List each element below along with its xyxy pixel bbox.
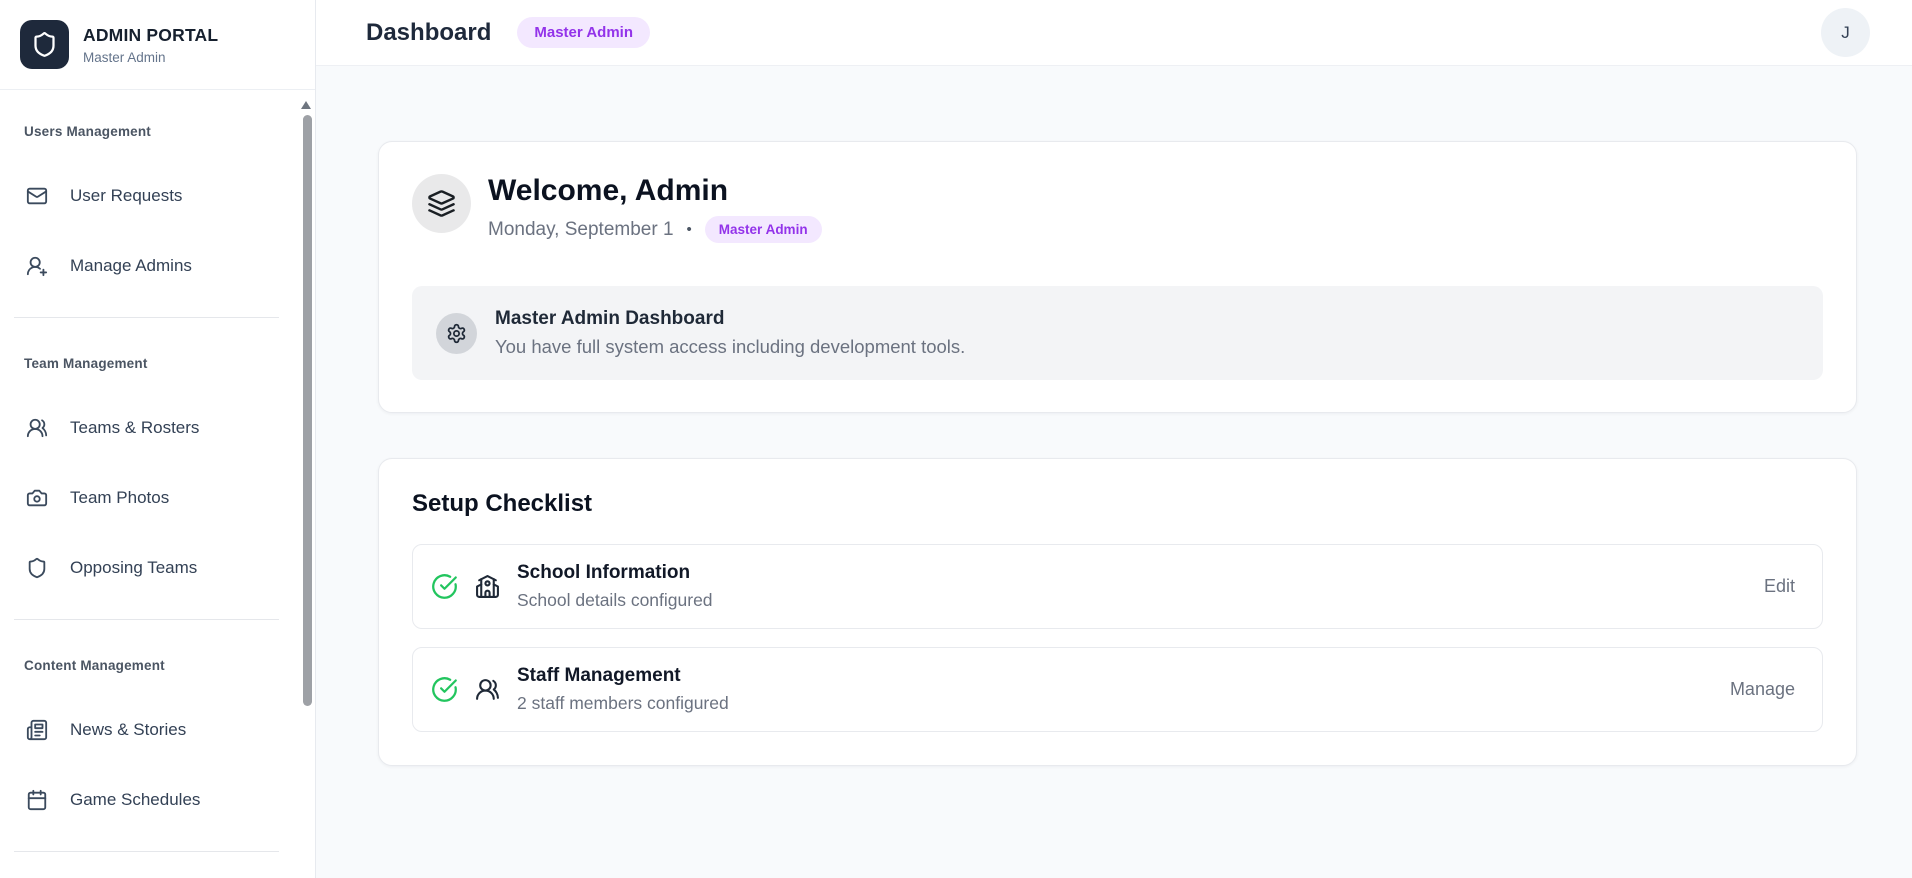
row-subtitle: School details configured bbox=[517, 590, 713, 611]
camera-icon bbox=[26, 487, 48, 509]
sidebar-item-opposing-teams[interactable]: Opposing Teams bbox=[14, 543, 301, 593]
app-title-block: ADMIN PORTAL Master Admin bbox=[83, 25, 218, 65]
sidebar-item-user-requests[interactable]: User Requests bbox=[14, 171, 301, 221]
row-subtitle: 2 staff members configured bbox=[517, 693, 729, 714]
sidebar-item-game-schedules[interactable]: Game Schedules bbox=[14, 775, 301, 825]
checklist-title: Setup Checklist bbox=[412, 490, 1823, 518]
section-label-content-management: Content Management bbox=[24, 658, 291, 673]
sidebar-item-label: Game Schedules bbox=[70, 790, 200, 810]
sidebar-item-label: Opposing Teams bbox=[70, 558, 197, 578]
app-logo: ADMIN PORTAL Master Admin bbox=[0, 0, 315, 90]
manage-button[interactable]: Manage bbox=[1730, 679, 1795, 700]
scrollbar-thumb[interactable] bbox=[303, 115, 312, 706]
role-badge: Master Admin bbox=[705, 216, 822, 243]
check-circle-icon bbox=[431, 573, 458, 600]
sidebar: ADMIN PORTAL Master Admin Users Manageme… bbox=[0, 0, 316, 878]
layers-icon bbox=[412, 174, 471, 233]
divider bbox=[14, 851, 279, 852]
divider bbox=[14, 619, 279, 620]
main-area: Dashboard Master Admin J Welcome, Admin … bbox=[316, 0, 1912, 878]
school-icon bbox=[475, 574, 500, 599]
topbar: Dashboard Master Admin J bbox=[316, 0, 1912, 66]
sidebar-nav: Users Management User Requests Manage Ad… bbox=[0, 90, 315, 852]
role-badge: Master Admin bbox=[517, 17, 650, 48]
checklist-row-school-information: School Information School details config… bbox=[412, 544, 1823, 629]
mail-icon bbox=[26, 185, 48, 207]
welcome-title: Welcome, Admin bbox=[488, 174, 822, 207]
sidebar-item-manage-admins[interactable]: Manage Admins bbox=[14, 241, 301, 291]
newspaper-icon bbox=[26, 719, 48, 741]
user-plus-icon bbox=[26, 255, 48, 277]
panel-description: You have full system access including de… bbox=[495, 336, 965, 358]
users-icon bbox=[26, 417, 48, 439]
sidebar-item-label: Team Photos bbox=[70, 488, 169, 508]
dot-separator: • bbox=[687, 221, 692, 238]
sidebar-item-news-stories[interactable]: News & Stories bbox=[14, 705, 301, 755]
row-title: Staff Management bbox=[517, 665, 729, 687]
users-icon bbox=[475, 677, 500, 702]
avatar[interactable]: J bbox=[1821, 8, 1870, 57]
sidebar-item-team-photos[interactable]: Team Photos bbox=[14, 473, 301, 523]
sidebar-item-label: News & Stories bbox=[70, 720, 186, 740]
scrollbar-up-arrow[interactable] bbox=[301, 101, 311, 109]
sidebar-item-label: Manage Admins bbox=[70, 256, 192, 276]
dashboard-content: Welcome, Admin Monday, September 1 • Mas… bbox=[316, 66, 1912, 766]
checklist-row-staff-management: Staff Management 2 staff members configu… bbox=[412, 647, 1823, 732]
section-label-team-management: Team Management bbox=[24, 356, 291, 371]
calendar-icon bbox=[26, 789, 48, 811]
sidebar-item-label: User Requests bbox=[70, 186, 182, 206]
master-admin-panel: Master Admin Dashboard You have full sys… bbox=[412, 286, 1823, 380]
shield-icon bbox=[20, 20, 69, 69]
sidebar-item-label: Teams & Rosters bbox=[70, 418, 199, 438]
gear-icon bbox=[436, 313, 477, 354]
welcome-date: Monday, September 1 bbox=[488, 219, 674, 241]
check-circle-icon bbox=[431, 676, 458, 703]
app-subtitle: Master Admin bbox=[83, 50, 218, 65]
sidebar-item-teams-rosters[interactable]: Teams & Rosters bbox=[14, 403, 301, 453]
row-title: School Information bbox=[517, 562, 713, 584]
setup-checklist-card: Setup Checklist School Information Schoo… bbox=[378, 458, 1857, 766]
welcome-card: Welcome, Admin Monday, September 1 • Mas… bbox=[378, 141, 1857, 413]
app-title: ADMIN PORTAL bbox=[83, 25, 218, 46]
divider bbox=[14, 317, 279, 318]
shield-icon bbox=[26, 557, 48, 579]
page-title: Dashboard bbox=[366, 19, 491, 47]
section-label-users-management: Users Management bbox=[24, 124, 291, 139]
panel-title: Master Admin Dashboard bbox=[495, 308, 965, 330]
edit-button[interactable]: Edit bbox=[1764, 576, 1795, 597]
